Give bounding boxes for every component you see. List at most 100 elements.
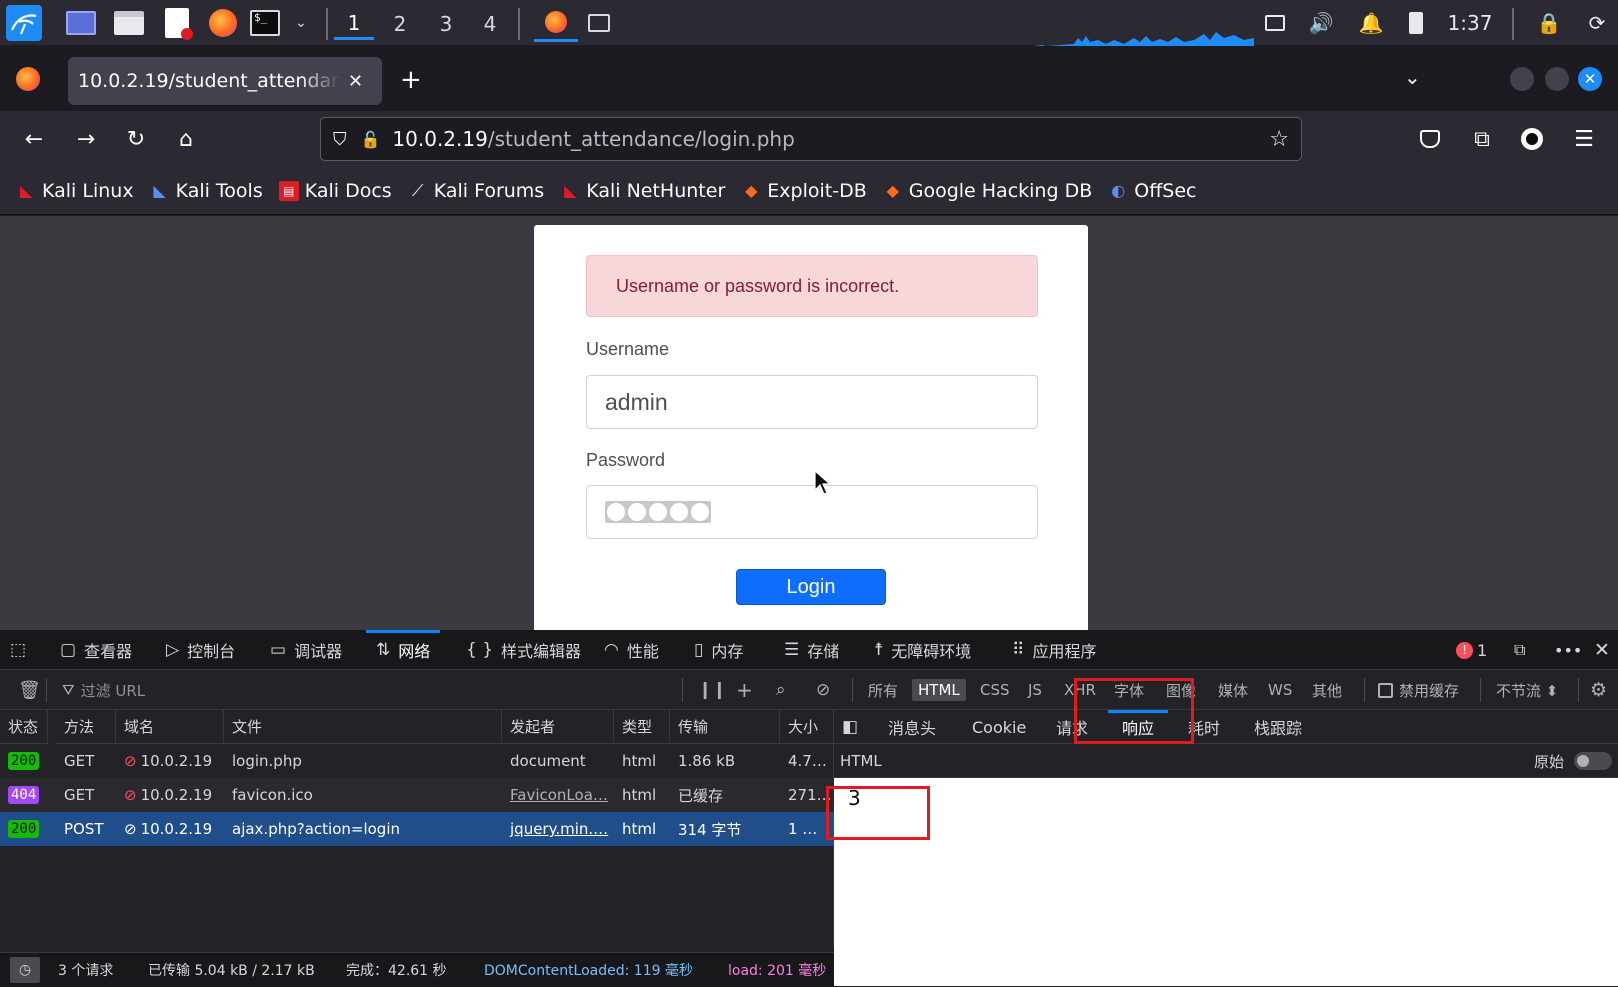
tab-storage[interactable]: ☰ 存储 [784, 630, 839, 670]
table-row-selected[interactable]: 200 POST ⊘ 10.0.2.19 ajax.php?action=logi… [0, 812, 834, 846]
clock[interactable]: 1:37 [1440, 8, 1500, 38]
back-arrow-icon[interactable]: ← [18, 123, 50, 155]
terminal-icon[interactable]: $_ [250, 8, 280, 38]
bookmark-kali-nethunter[interactable]: ◣ Kali NetHunter [560, 180, 725, 202]
initiator-link[interactable]: jquery.min.… [510, 820, 608, 838]
tab-network[interactable]: ⇅ 网络 [365, 630, 441, 670]
close-devtools-icon[interactable]: ✕ [1594, 630, 1610, 670]
file-manager-icon[interactable] [114, 8, 144, 38]
text-editor-icon[interactable] [162, 8, 193, 40]
settings-gear-icon[interactable]: ⚙ [1584, 679, 1613, 701]
filter-other[interactable]: 其他 [1306, 679, 1348, 701]
pause-icon[interactable]: ❙❙ [692, 679, 733, 701]
maximize-icon[interactable] [1545, 67, 1569, 91]
tab-stack-trace[interactable]: 栈跟踪 [1254, 710, 1302, 744]
disable-cache-checkbox[interactable]: 禁用缓存 [1372, 679, 1465, 701]
filter-js[interactable]: JS [1022, 679, 1048, 701]
battery-icon[interactable] [1404, 8, 1428, 38]
col-transfer[interactable]: 传输 [670, 710, 780, 744]
table-row[interactable]: 404 GET ⊘ 10.0.2.19 favicon.ico FaviconLo… [0, 778, 834, 812]
extensions-icon[interactable]: ⧉ [1466, 123, 1498, 155]
workspace-4[interactable]: 4 [470, 8, 510, 40]
toggle-sidebar-icon[interactable]: ◧ [842, 710, 858, 744]
col-status[interactable]: 状态 [0, 710, 48, 744]
notification-bell-icon[interactable]: 🔔 [1356, 8, 1386, 38]
power-icon[interactable]: ⟳ [1582, 8, 1612, 38]
filter-media[interactable]: 媒体 [1212, 679, 1254, 701]
tab-debugger[interactable]: ▭ 调试器 [270, 630, 342, 670]
insecure-lock-icon[interactable]: 🔓 [361, 130, 381, 149]
forward-arrow-icon[interactable]: → [70, 123, 102, 155]
tab-application[interactable]: ⠿ 应用程序 [1012, 630, 1096, 670]
element-picker-icon[interactable]: ⬚ [10, 630, 34, 670]
pocket-icon[interactable] [1414, 123, 1446, 155]
tab-console[interactable]: ▷ 控制台 [166, 630, 235, 670]
shield-icon[interactable]: ⛉ [333, 129, 347, 150]
col-file[interactable]: 文件 [224, 710, 502, 744]
raw-toggle-switch[interactable] [1574, 752, 1612, 770]
dock-toggle-icon[interactable]: ⧉ [1514, 630, 1525, 670]
add-icon[interactable]: + [730, 678, 759, 702]
tab-performance[interactable]: ◠ 性能 [604, 630, 659, 670]
tab-cookies[interactable]: Cookie [972, 710, 1026, 744]
tab-inspector[interactable]: ▢ 查看器 [60, 630, 132, 670]
bookmark-star-icon[interactable]: ☆ [1269, 127, 1289, 152]
terminal-window-icon[interactable] [584, 8, 614, 38]
col-type[interactable]: 类型 [614, 710, 670, 744]
col-domain[interactable]: 域名 [116, 710, 224, 744]
kali-menu-icon[interactable] [6, 5, 42, 41]
workspace-3[interactable]: 3 [426, 8, 466, 40]
bookmark-exploit-db[interactable]: ◆ Exploit-DB [741, 180, 867, 202]
username-field[interactable]: admin [586, 375, 1038, 429]
browser-tab-active[interactable]: 10.0.2.19/student_attendance/login.php ✕ [68, 57, 382, 105]
close-tab-icon[interactable]: ✕ [348, 71, 363, 92]
reload-icon[interactable]: ↻ [120, 123, 152, 155]
filter-all[interactable]: 所有 [862, 679, 904, 701]
error-count-badge[interactable]: ! 1 [1456, 630, 1487, 670]
chevron-down-icon[interactable]: ⌄ [286, 8, 316, 38]
throttling-select[interactable]: 不节流 ⬍ [1490, 679, 1564, 701]
search-icon[interactable]: ⌕ [770, 679, 792, 701]
tab-accessibility[interactable]: ☨ 无障碍环境 [874, 630, 971, 670]
firefox-icon[interactable] [208, 8, 238, 38]
workspace-1[interactable]: 1 [334, 8, 374, 40]
tab-style-editor[interactable]: { } 样式编辑器 [466, 630, 581, 670]
bookmark-kali-tools[interactable]: ◣ Kali Tools [150, 180, 262, 202]
minimize-icon[interactable] [1510, 67, 1534, 91]
initiator[interactable]: jquery.min.… [502, 812, 614, 846]
home-icon[interactable]: ⌂ [170, 123, 202, 155]
filter-ws[interactable]: WS [1262, 679, 1298, 701]
filter-html[interactable]: HTML [912, 679, 966, 701]
bookmark-kali-forums[interactable]: ⟋ Kali Forums [408, 180, 544, 202]
table-row[interactable]: 200 GET ⊘ 10.0.2.19 login.php document ht… [0, 744, 834, 778]
bookmark-kali-docs[interactable]: ▤ Kali Docs [278, 180, 392, 202]
account-icon[interactable] [1516, 123, 1548, 155]
lock-icon[interactable]: 🔒 [1534, 8, 1564, 38]
login-button[interactable]: Login [736, 569, 886, 605]
bookmark-google-hacking-db[interactable]: ◆ Google Hacking DB [883, 180, 1093, 202]
bookmark-offsec[interactable]: ◐ OffSec [1108, 180, 1196, 202]
desktop-icon[interactable] [66, 8, 96, 38]
display-icon[interactable] [1260, 8, 1290, 38]
firefox-view-icon[interactable] [16, 67, 40, 91]
firefox-window-icon[interactable] [534, 4, 578, 42]
col-initiator[interactable]: 发起者 [502, 710, 614, 744]
col-size[interactable]: 大小 [780, 710, 834, 744]
list-tabs-chevron-icon[interactable]: ⌄ [1404, 65, 1421, 89]
url-bar[interactable]: ⛉ 🔓 10.0.2.19/student_attendance/login.p… [320, 117, 1302, 161]
initiator-link[interactable]: FaviconLoa… [510, 786, 608, 804]
menu-hamburger-icon[interactable]: ☰ [1568, 123, 1600, 155]
volume-icon[interactable]: 🔊 [1306, 8, 1336, 38]
col-method[interactable]: 方法 [56, 710, 116, 744]
password-field[interactable] [586, 485, 1038, 539]
block-icon[interactable]: ⊘ [810, 679, 836, 701]
tab-memory[interactable]: ▯ 内存 [694, 630, 743, 670]
close-window-icon[interactable]: ✕ [1578, 67, 1602, 91]
performance-analysis-icon[interactable]: ◷ [10, 957, 40, 983]
trash-icon[interactable]: 🗑 [12, 679, 47, 701]
filter-css[interactable]: CSS [974, 679, 1016, 701]
tab-headers[interactable]: 消息头 [888, 710, 936, 744]
new-tab-icon[interactable]: + [400, 65, 422, 95]
initiator[interactable]: FaviconLoa… [502, 778, 614, 812]
bookmark-kali-linux[interactable]: ◣ Kali Linux [16, 180, 134, 202]
